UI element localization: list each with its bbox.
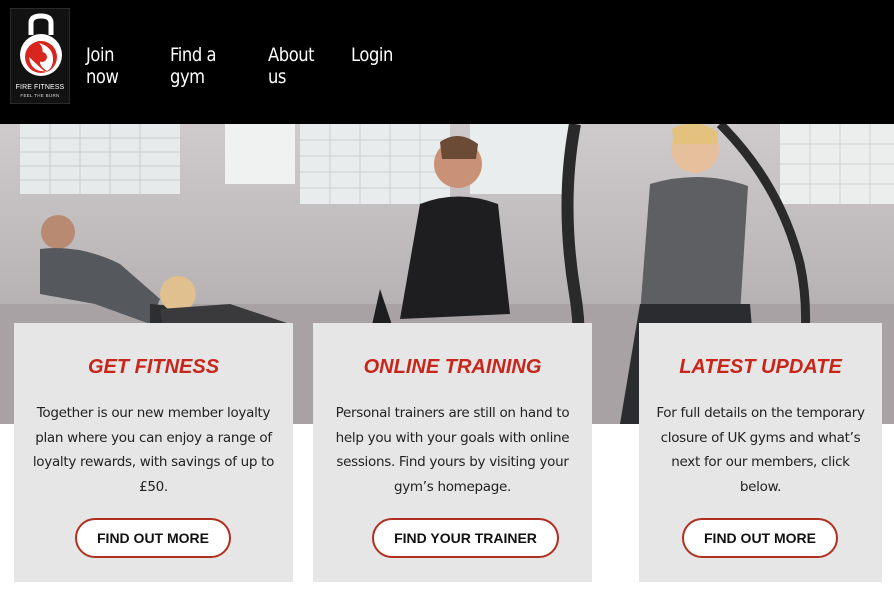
card-body: Together is our new member loyalty plan …	[32, 405, 275, 495]
card-title: ONLINE TRAINING	[363, 356, 542, 378]
brand-name: FIRE FITNESS	[15, 84, 65, 91]
card-get-fitness: GET FITNESS Together is our new member l…	[14, 323, 293, 582]
brand-logo[interactable]: FIRE FITNESS FEEL THE BURN	[10, 8, 70, 104]
nav-find-a-gym[interactable]: Find a gym	[170, 44, 241, 88]
find-out-more-button[interactable]: FIND OUT MORE	[75, 518, 231, 558]
nav-join-now[interactable]: Join now	[86, 44, 144, 88]
kettlebell-flame-icon	[20, 13, 62, 76]
card-title: LATEST UPDATE	[679, 356, 842, 378]
site-header: FIRE FITNESS FEEL THE BURN Join now Find…	[0, 0, 894, 124]
main-nav: Join now Find a gym About us Login	[86, 44, 393, 88]
brand-tagline: FEEL THE BURN	[20, 93, 60, 98]
card-body: Personal trainers are still on hand to h…	[335, 405, 570, 495]
card-latest-update: LATEST UPDATE For full details on the te…	[639, 323, 882, 582]
nav-login[interactable]: Login	[351, 44, 393, 88]
card-body: For full details on the temporary closur…	[656, 405, 865, 495]
nav-about-us[interactable]: About us	[268, 44, 326, 88]
card-title: GET FITNESS	[87, 356, 220, 378]
card-online-training: ONLINE TRAINING Personal trainers are st…	[313, 323, 592, 582]
find-out-more-button[interactable]: FIND OUT MORE	[682, 518, 838, 558]
find-your-trainer-button[interactable]: FIND YOUR TRAINER	[372, 518, 559, 558]
